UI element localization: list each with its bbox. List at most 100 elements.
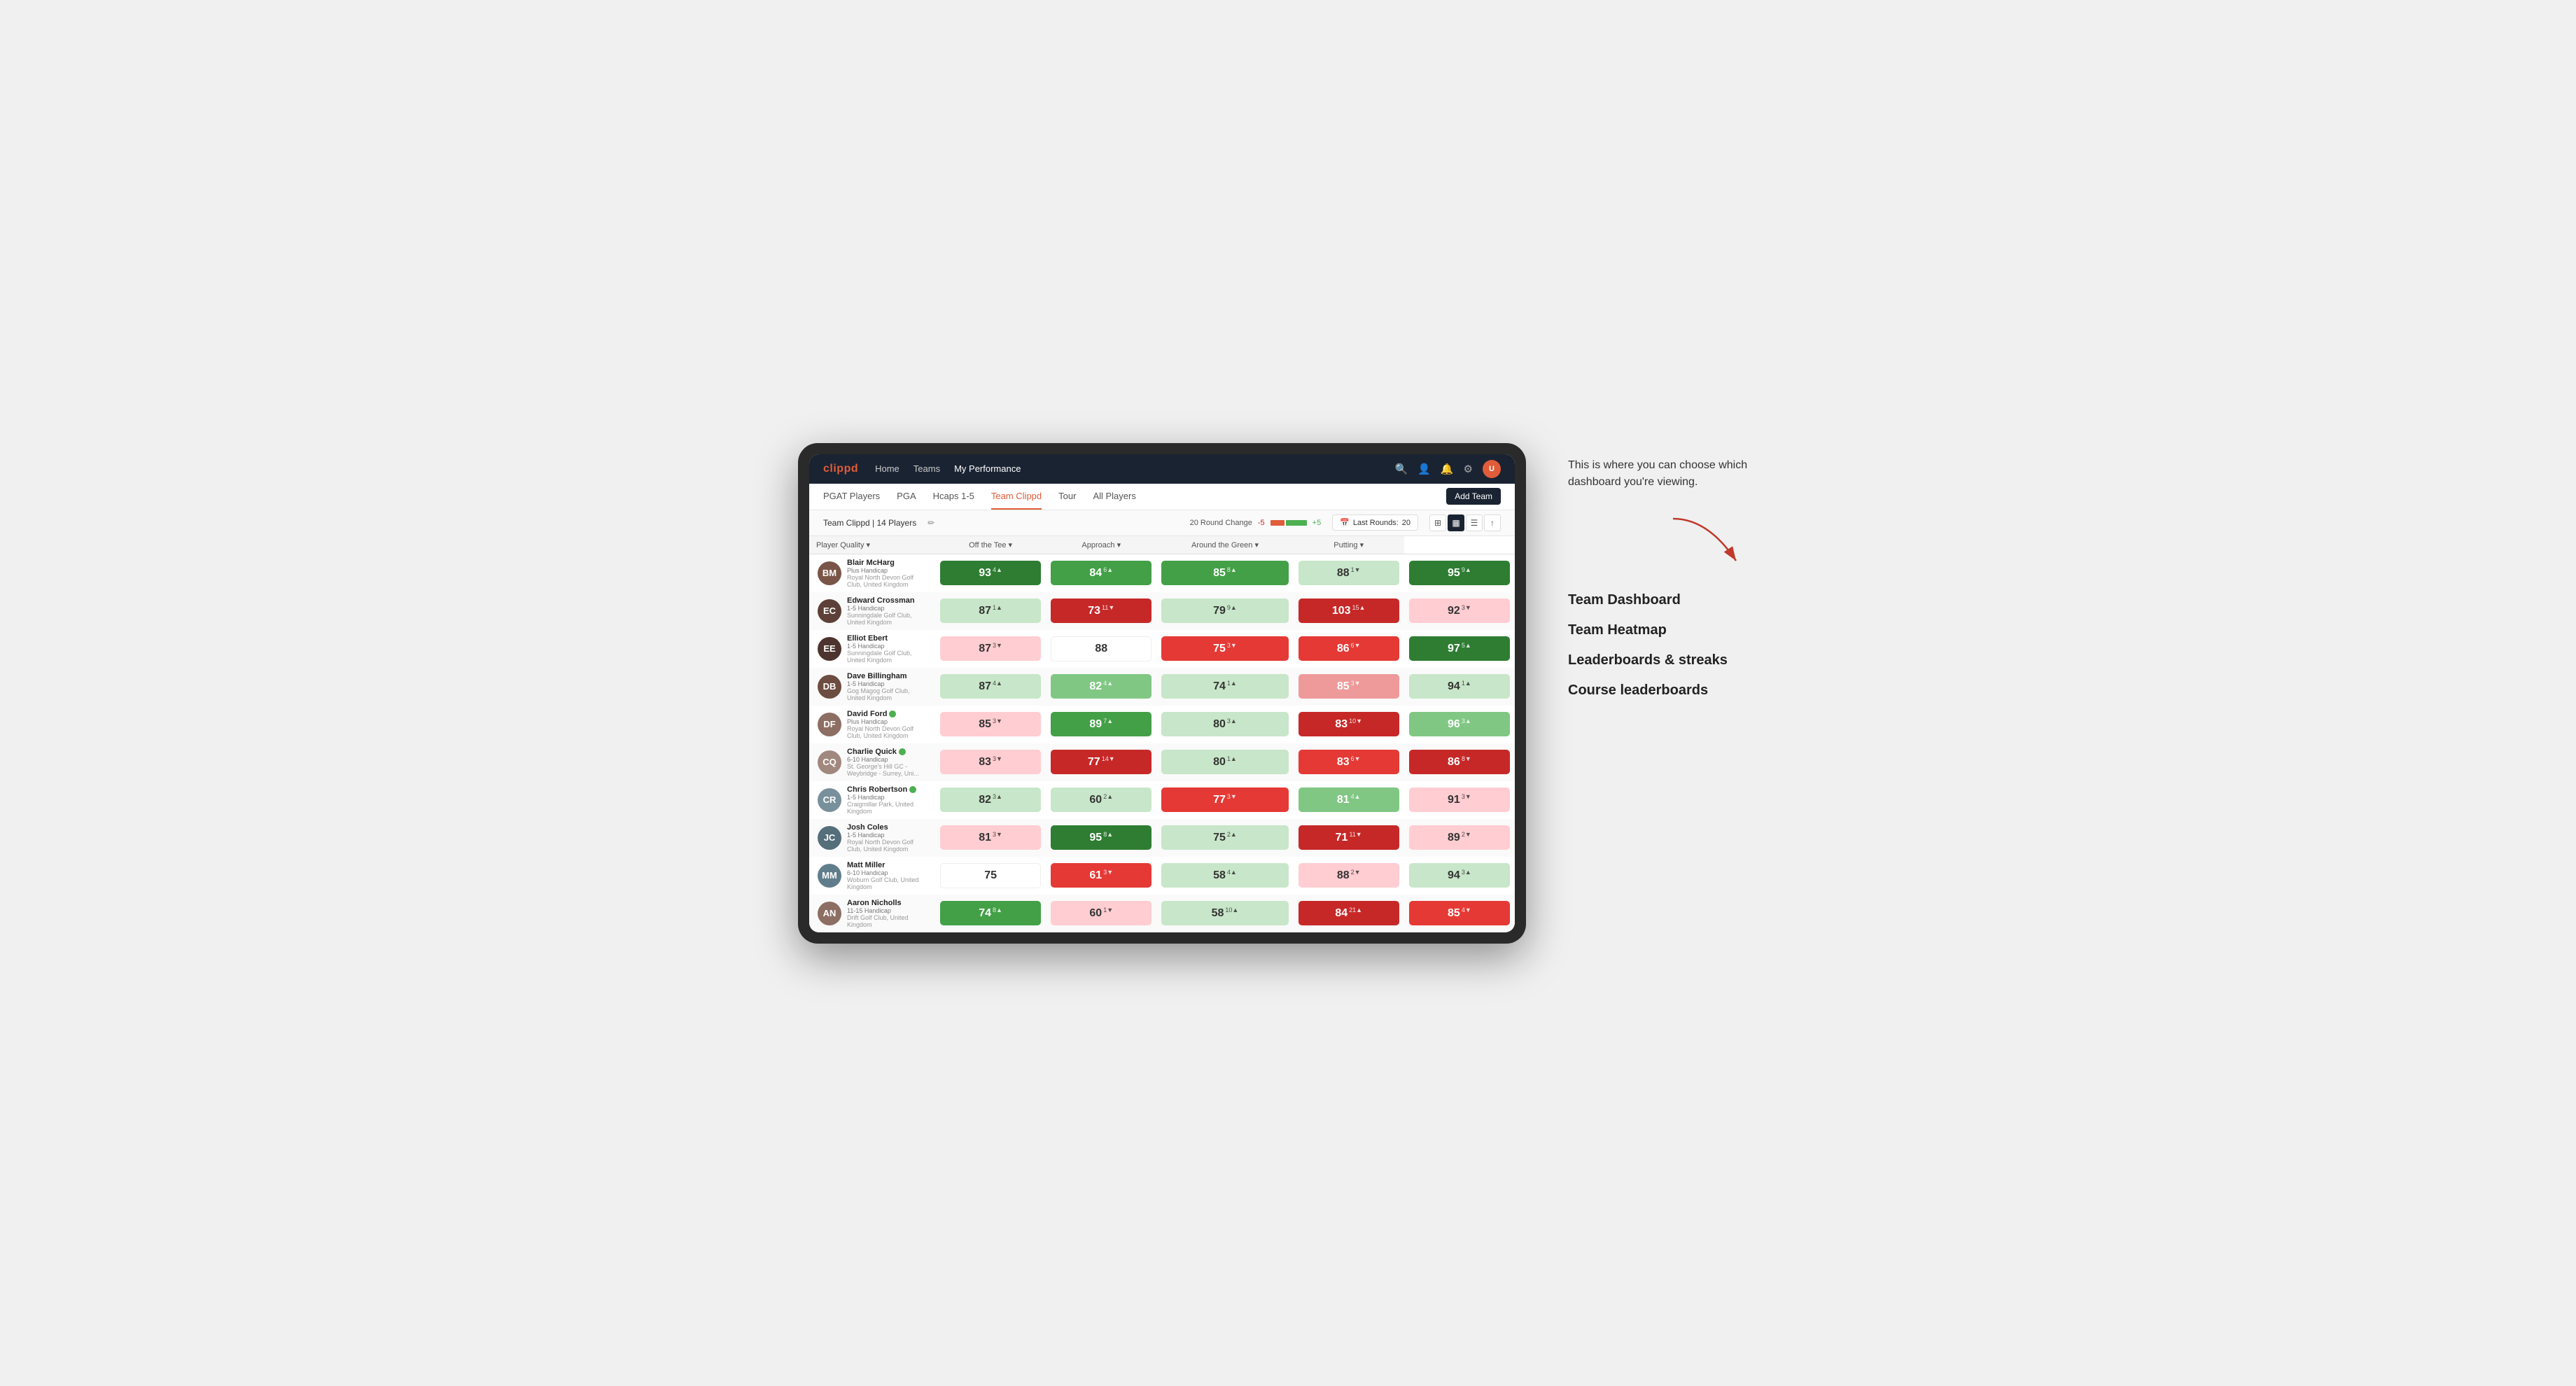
player-name[interactable]: Matt Miller: [847, 861, 927, 869]
table-row[interactable]: ECEdward Crossman1-5 HandicapSunningdale…: [809, 592, 1515, 630]
score-value: 81: [979, 832, 991, 844]
verified-badge: [909, 786, 916, 793]
edit-icon[interactable]: ✏: [927, 518, 934, 528]
player-club: Sunningdale Golf Club, United Kingdom: [847, 650, 927, 664]
table-row[interactable]: DFDavid FordPlus HandicapRoyal North Dev…: [809, 706, 1515, 743]
view-grid-btn[interactable]: ⊞: [1429, 514, 1446, 531]
player-quality-score: 934▲: [935, 554, 1046, 592]
table-row[interactable]: MMMatt Miller6-10 HandicapWoburn Golf Cl…: [809, 857, 1515, 895]
player-handicap: 6-10 Handicap: [847, 869, 927, 876]
player-name[interactable]: Blair McHarg: [847, 559, 927, 567]
sub-nav-all-players[interactable]: All Players: [1093, 484, 1135, 510]
change-neg: -5: [1258, 519, 1265, 527]
off-tee-score: 824▲: [1046, 668, 1156, 706]
player-name[interactable]: Charlie Quick: [847, 748, 927, 756]
score-value: 74: [1213, 680, 1226, 692]
player-avatar: AN: [818, 902, 841, 925]
menu-items: Team Dashboard Team Heatmap Leaderboards…: [1568, 592, 1778, 699]
team-name-label: Team Clippd | 14 Players: [823, 518, 916, 528]
table-row[interactable]: DBDave Billingham1-5 HandicapGog Magog G…: [809, 668, 1515, 706]
player-name[interactable]: David Ford: [847, 710, 927, 718]
player-name[interactable]: Aaron Nicholls: [847, 899, 927, 907]
score-change: 3▼: [1462, 793, 1471, 800]
score-value: 95: [1089, 832, 1102, 844]
add-team-button[interactable]: Add Team: [1446, 488, 1501, 505]
player-cell: CRChris Robertson1-5 HandicapCraigmillar…: [809, 781, 935, 819]
player-cell: CQCharlie Quick6-10 HandicapSt. George's…: [809, 743, 935, 781]
player-name[interactable]: Chris Robertson: [847, 785, 927, 794]
score-value: 83: [979, 756, 991, 768]
score-value: 88: [1337, 567, 1350, 579]
sub-nav-team-clippd[interactable]: Team Clippd: [991, 484, 1042, 510]
sub-nav-pga[interactable]: PGA: [897, 484, 916, 510]
around-green-score: 8421▲: [1294, 895, 1404, 932]
putting-score: 913▼: [1404, 781, 1515, 819]
view-heatmap-btn[interactable]: ▦: [1448, 514, 1464, 531]
approach-score: 753▼: [1156, 630, 1293, 668]
player-name[interactable]: Elliot Ebert: [847, 634, 927, 643]
nav-teams[interactable]: Teams: [913, 463, 940, 474]
bell-icon[interactable]: 🔔: [1441, 463, 1454, 475]
sub-nav-tour[interactable]: Tour: [1058, 484, 1076, 510]
menu-item-team-dashboard[interactable]: Team Dashboard: [1568, 592, 1778, 608]
player-quality-score: 823▲: [935, 781, 1046, 819]
around-green-score: 882▼: [1294, 857, 1404, 895]
player-cell: MMMatt Miller6-10 HandicapWoburn Golf Cl…: [809, 857, 935, 895]
player-club: Royal North Devon Golf Club, United King…: [847, 725, 927, 739]
col-header-approach[interactable]: Approach ▾: [1046, 536, 1156, 554]
avatar[interactable]: U: [1483, 460, 1501, 478]
player-handicap: 6-10 Handicap: [847, 756, 927, 763]
table-row[interactable]: JCJosh Coles1-5 HandicapRoyal North Devo…: [809, 819, 1515, 857]
sub-nav-hcaps[interactable]: Hcaps 1-5: [933, 484, 974, 510]
score-value: 85: [1213, 567, 1226, 579]
score-change: 4▲: [993, 566, 1002, 573]
score-value: 60: [1089, 907, 1102, 919]
score-value: 89: [1089, 718, 1102, 730]
table-row[interactable]: BMBlair McHargPlus HandicapRoyal North D…: [809, 554, 1515, 592]
settings-icon[interactable]: ⚙: [1464, 463, 1473, 475]
view-list-btn[interactable]: ☰: [1466, 514, 1483, 531]
player-avatar: BM: [818, 561, 841, 585]
score-change: 3▲: [1462, 869, 1471, 876]
score-change: 21▲: [1349, 906, 1362, 913]
table-row[interactable]: CQCharlie Quick6-10 HandicapSt. George's…: [809, 743, 1515, 781]
score-value: 103: [1332, 605, 1351, 617]
view-export-btn[interactable]: ↑: [1484, 514, 1501, 531]
last-rounds-button[interactable]: 📅 Last Rounds: 20: [1332, 514, 1418, 531]
nav-my-performance[interactable]: My Performance: [954, 463, 1021, 474]
search-icon[interactable]: 🔍: [1394, 463, 1408, 475]
col-header-around-green[interactable]: Around the Green ▾: [1156, 536, 1293, 554]
player-name[interactable]: Edward Crossman: [847, 596, 927, 605]
approach-score: 858▲: [1156, 554, 1293, 592]
score-value: 85: [1337, 680, 1350, 692]
score-value: 84: [1335, 907, 1348, 919]
putting-score: 943▲: [1404, 857, 1515, 895]
score-change: 3▼: [1227, 793, 1237, 800]
score-change: 10▲: [1225, 906, 1238, 913]
menu-item-course-leaderboards[interactable]: Course leaderboards: [1568, 682, 1778, 699]
score-value: 87: [979, 605, 991, 617]
approach-score: 801▲: [1156, 743, 1293, 781]
col-header-putting[interactable]: Putting ▾: [1294, 536, 1404, 554]
table-row[interactable]: CRChris Robertson1-5 HandicapCraigmillar…: [809, 781, 1515, 819]
score-change: 2▼: [1462, 831, 1471, 838]
score-change: 4▼: [1462, 906, 1471, 913]
col-header-player[interactable]: Player Quality ▾: [809, 536, 935, 554]
menu-item-leaderboards[interactable]: Leaderboards & streaks: [1568, 652, 1778, 668]
player-name[interactable]: Dave Billingham: [847, 672, 927, 680]
player-cell: BMBlair McHargPlus HandicapRoyal North D…: [809, 554, 935, 592]
sub-nav-pgat[interactable]: PGAT Players: [823, 484, 880, 510]
change-pos: +5: [1312, 519, 1322, 527]
col-header-off-tee[interactable]: Off the Tee ▾: [935, 536, 1046, 554]
player-name[interactable]: Josh Coles: [847, 823, 927, 832]
calendar-icon: 📅: [1340, 518, 1350, 527]
person-icon[interactable]: 👤: [1418, 463, 1431, 475]
player-cell: ANAaron Nicholls11-15 HandicapDrift Golf…: [809, 895, 935, 932]
table-row[interactable]: ANAaron Nicholls11-15 HandicapDrift Golf…: [809, 895, 1515, 932]
nav-links: Home Teams My Performance: [875, 463, 1378, 474]
nav-home[interactable]: Home: [875, 463, 899, 474]
menu-item-team-heatmap[interactable]: Team Heatmap: [1568, 622, 1778, 638]
table-row[interactable]: EEElliot Ebert1-5 HandicapSunningdale Go…: [809, 630, 1515, 668]
approach-score: 741▲: [1156, 668, 1293, 706]
player-quality-score: 871▲: [935, 592, 1046, 630]
